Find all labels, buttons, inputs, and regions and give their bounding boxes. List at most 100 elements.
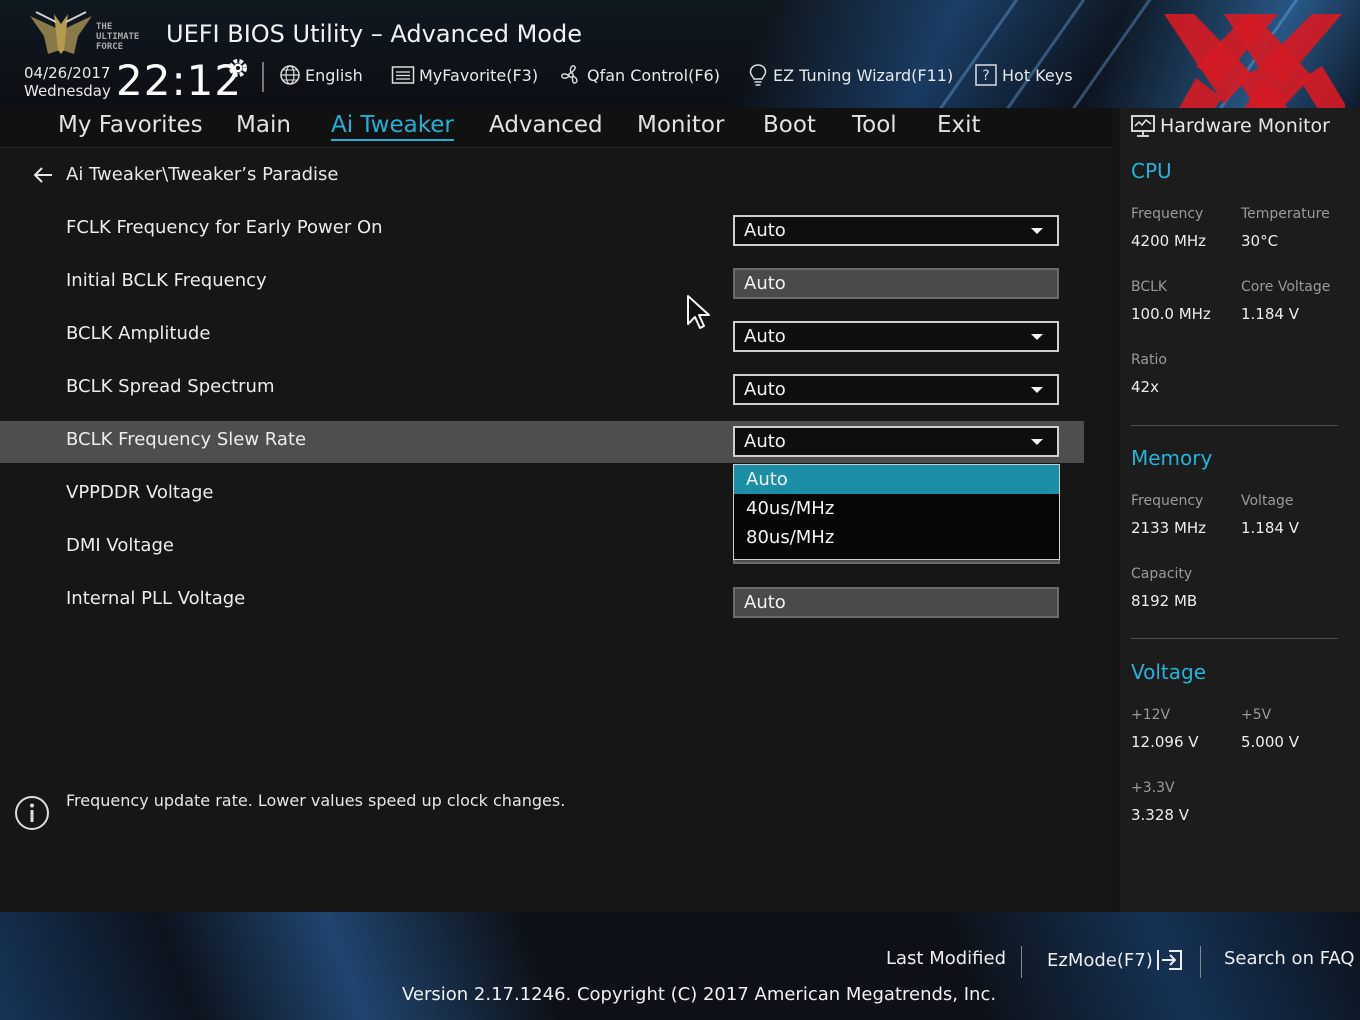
last-modified-button[interactable]: Last Modified	[886, 948, 1006, 969]
footer-bar: Last Modified EzMode(F7) Search on FAQ V…	[0, 912, 1360, 1020]
tab-ai-tweaker[interactable]: Ai Tweaker	[331, 112, 454, 141]
slew-rate-options-popup[interactable]: Auto 40us/MHz 80us/MHz	[733, 464, 1060, 560]
bclk-amplitude-dropdown[interactable]: Auto	[733, 321, 1059, 352]
initial-bclk-frequency-input[interactable]: Auto	[733, 268, 1059, 299]
favorite-list-icon	[391, 66, 415, 84]
setting-row-initial-bclk-frequency[interactable]: Initial BCLK Frequency Auto	[0, 260, 1084, 302]
memory-voltage-label: Voltage	[1241, 493, 1294, 509]
header-divider	[262, 62, 264, 92]
caret-down-icon	[1031, 334, 1043, 340]
setting-row-bclk-frequency-slew-rate[interactable]: BCLK Frequency Slew Rate Auto	[0, 421, 1084, 463]
setting-row-bclk-amplitude[interactable]: BCLK Amplitude Auto	[0, 313, 1084, 355]
v33-value: 3.328 V	[1131, 806, 1189, 824]
cpu-heading: CPU	[1131, 159, 1172, 183]
caret-down-icon	[1031, 387, 1043, 393]
version-text: Version 2.17.1246. Copyright (C) 2017 Am…	[402, 984, 997, 1005]
setting-label: BCLK Amplitude	[66, 323, 211, 344]
hot-keys-button[interactable]: ? Hot Keys	[974, 62, 1073, 88]
memory-heading: Memory	[1131, 446, 1213, 470]
tab-tool[interactable]: Tool	[852, 112, 897, 138]
v5-label: +5V	[1241, 707, 1272, 723]
setting-label: DMI Voltage	[66, 535, 174, 556]
cpu-frequency-value: 4200 MHz	[1131, 232, 1207, 250]
memory-capacity-label: Capacity	[1131, 566, 1193, 582]
setting-row-bclk-spread-spectrum[interactable]: BCLK Spread Spectrum Auto	[0, 366, 1084, 408]
qfan-control-button[interactable]: Qfan Control(F6)	[559, 62, 720, 88]
tab-main[interactable]: Main	[236, 112, 291, 138]
input-value: Auto	[744, 273, 786, 294]
setting-label: BCLK Frequency Slew Rate	[66, 429, 307, 450]
hot-keys-label: Hot Keys	[1002, 65, 1073, 85]
monitor-icon	[1131, 115, 1155, 137]
breadcrumb: Ai Tweaker\Tweaker’s Paradise	[32, 164, 339, 185]
core-voltage-value: 1.184 V	[1241, 305, 1299, 323]
fclk-early-power-on-dropdown[interactable]: Auto	[733, 215, 1059, 246]
hardware-monitor-label: Hardware Monitor	[1160, 115, 1330, 137]
setting-row-fclk-early-power-on[interactable]: FCLK Frequency for Early Power On Auto	[0, 207, 1084, 249]
search-faq-button[interactable]: Search on FAQ	[1224, 948, 1355, 969]
tab-exit[interactable]: Exit	[937, 112, 981, 138]
setting-label: FCLK Frequency for Early Power On	[66, 217, 383, 238]
tab-boot[interactable]: Boot	[763, 112, 816, 138]
cpu-temperature-value: 30°C	[1241, 232, 1279, 250]
footer-divider	[1200, 946, 1201, 978]
section-divider	[1131, 638, 1338, 639]
internal-pll-voltage-input[interactable]: Auto	[733, 587, 1059, 618]
ezmode-button[interactable]: EzMode(F7)	[1047, 948, 1185, 972]
v5-value: 5.000 V	[1241, 733, 1299, 751]
clock-display: 22:12	[116, 56, 243, 105]
bclk-frequency-slew-rate-dropdown[interactable]: Auto	[733, 426, 1059, 457]
memory-voltage-value: 1.184 V	[1241, 519, 1299, 537]
header-bar: THE ULTIMATE FORCE UEFI BIOS Utility – A…	[0, 0, 1360, 108]
weekday-display: Wednesday	[24, 82, 111, 100]
input-value: Auto	[744, 592, 786, 613]
cpu-temperature-label: Temperature	[1241, 206, 1330, 222]
caret-down-icon	[1031, 439, 1043, 445]
section-divider	[1131, 425, 1338, 426]
mouse-pointer-icon	[687, 295, 710, 329]
globe-icon	[280, 65, 300, 85]
date-display: 04/26/2017	[24, 64, 111, 82]
tab-my-favorites[interactable]: My Favorites	[58, 112, 203, 138]
bclk-value: 100.0 MHz	[1131, 305, 1211, 323]
option-40us-mhz[interactable]: 40us/MHz	[734, 494, 1059, 523]
core-voltage-label: Core Voltage	[1241, 279, 1331, 295]
breadcrumb-path: Ai Tweaker\Tweaker’s Paradise	[66, 164, 339, 185]
bclk-spread-spectrum-dropdown[interactable]: Auto	[733, 374, 1059, 405]
lightbulb-icon	[749, 64, 767, 86]
caret-down-icon	[1031, 228, 1043, 234]
v33-label: +3.3V	[1131, 780, 1175, 796]
setting-row-internal-pll-voltage[interactable]: Internal PLL Voltage Auto	[0, 578, 1084, 620]
help-text: Frequency update rate. Lower values spee…	[66, 791, 566, 810]
info-icon	[15, 796, 49, 830]
page-title: UEFI BIOS Utility – Advanced Mode	[166, 20, 582, 48]
fan-icon	[561, 65, 578, 84]
watermark-logo	[1164, 14, 1345, 108]
option-80us-mhz[interactable]: 80us/MHz	[734, 523, 1059, 552]
exit-arrow-icon	[1156, 950, 1182, 970]
dropdown-value: Auto	[744, 431, 786, 452]
memory-frequency-label: Frequency	[1131, 493, 1204, 509]
tab-advanced[interactable]: Advanced	[489, 112, 603, 138]
ez-tuning-wizard-label: EZ Tuning Wizard(F11)	[773, 65, 954, 85]
dropdown-value: Auto	[744, 326, 786, 347]
back-arrow-icon[interactable]	[32, 166, 54, 184]
dropdown-value: Auto	[744, 379, 786, 400]
memory-frequency-value: 2133 MHz	[1131, 519, 1207, 537]
setting-label: VPPDDR Voltage	[66, 482, 214, 503]
option-auto[interactable]: Auto	[734, 465, 1059, 494]
language-button[interactable]: English	[279, 62, 363, 88]
help-panel: Frequency update rate. Lower values spee…	[0, 774, 1112, 910]
hardware-monitor-panel: Hardware Monitor CPU Frequency 4200 MHz …	[1120, 108, 1360, 912]
footer-divider	[1021, 946, 1022, 978]
logo-caption: THE ULTIMATE FORCE	[96, 22, 140, 52]
gear-icon[interactable]	[226, 56, 250, 80]
memory-capacity-value: 8192 MB	[1131, 592, 1198, 610]
ez-tuning-wizard-button[interactable]: EZ Tuning Wizard(F11)	[747, 62, 953, 88]
tab-monitor[interactable]: Monitor	[637, 112, 724, 138]
myfavorite-label: MyFavorite(F3)	[419, 65, 539, 85]
myfavorite-button[interactable]: MyFavorite(F3)	[391, 62, 538, 88]
hardware-monitor-title: Hardware Monitor	[1130, 114, 1330, 138]
cpu-frequency-label: Frequency	[1131, 206, 1204, 222]
language-label: English	[305, 65, 363, 85]
